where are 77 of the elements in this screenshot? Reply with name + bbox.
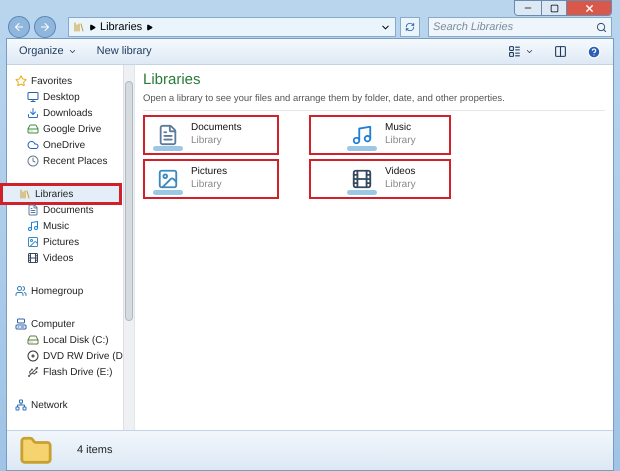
sidebar-item[interactable]: OneDrive [0, 137, 123, 153]
sidebar-item[interactable]: Videos [0, 250, 123, 266]
star-icon [15, 75, 27, 87]
toolbar-button[interactable]: Organize [19, 43, 77, 60]
maximize-icon [550, 4, 558, 12]
library-type: Library [191, 134, 223, 148]
library-name: Videos [385, 166, 416, 179]
address-field[interactable]: Libraries [68, 17, 396, 37]
sidebar-item[interactable]: Google Drive [0, 121, 123, 137]
library-tile[interactable]: Videos Library [309, 158, 451, 199]
forward-button[interactable] [34, 16, 56, 38]
sidebar-item[interactable]: Libraries [3, 186, 119, 202]
library-tile[interactable]: Pictures Library [143, 158, 279, 199]
film-icon [27, 252, 39, 264]
drive-icon [27, 123, 39, 135]
search-icon[interactable] [596, 22, 607, 32]
music-note-icon [27, 220, 39, 232]
library-tile[interactable]: Music Library [309, 114, 451, 155]
back-button[interactable] [8, 16, 30, 38]
preview-pane-button[interactable] [554, 45, 567, 58]
pane-icon [554, 45, 567, 58]
help-icon [587, 44, 601, 58]
arrow-icon [89, 24, 96, 30]
content-description: Open a library to see your files and arrange them by folder, date, and other properties. [143, 92, 506, 106]
arrow-icon [146, 24, 154, 30]
sidebar-item[interactable]: Downloads [0, 105, 123, 121]
library-name: Documents [191, 122, 242, 135]
library-icon [73, 21, 85, 33]
sidebar-item[interactable]: Flash Drive (E:) [0, 364, 123, 380]
caret-icon [525, 47, 534, 56]
library-name: Pictures [191, 166, 228, 179]
monitor-icon [27, 91, 39, 103]
download-icon [27, 107, 39, 119]
breadcrumb[interactable]: Libraries [100, 18, 142, 36]
library-tile[interactable]: Documents Library [143, 114, 279, 155]
caret-icon [68, 47, 77, 56]
sidebar-item[interactable]: Recent Places [0, 153, 123, 169]
close-button[interactable] [567, 1, 611, 15]
cloud-icon [27, 139, 39, 151]
sidebar-item[interactable]: DVD RW Drive (D [0, 348, 123, 364]
maximize-button[interactable] [541, 1, 567, 15]
library-icon [19, 188, 31, 200]
sidebar-item[interactable]: Documents [0, 202, 123, 218]
back-arrow-icon [13, 21, 25, 33]
status-text: 4 items [77, 443, 112, 458]
sidebar-item[interactable]: Favorites [0, 73, 123, 89]
library-name: Music [385, 122, 412, 135]
sidebar-item[interactable]: Computer [0, 316, 123, 332]
sidebar-item[interactable]: Homegroup [0, 283, 123, 299]
sidebar-item[interactable]: Local Disk (C:) [0, 332, 123, 348]
forward-arrow-icon [39, 21, 51, 33]
computer-icon [15, 318, 27, 330]
library-type: Library [385, 134, 416, 148]
sidebar-item[interactable]: Desktop [0, 89, 123, 105]
sidebar-item[interactable]: Music [0, 218, 123, 234]
clock-icon [27, 155, 39, 167]
toolbar-button[interactable]: New library [96, 43, 152, 60]
sidebar-item[interactable]: Pictures [0, 234, 123, 250]
search-input[interactable]: Search Libraries [433, 18, 596, 36]
content-title: Libraries [143, 70, 202, 90]
search-field[interactable]: Search Libraries [428, 17, 612, 37]
disc-icon [27, 350, 39, 362]
people-icon [15, 285, 27, 297]
usb-drive-icon [27, 366, 39, 378]
view-list-icon [508, 45, 521, 58]
scrollbar[interactable] [122, 65, 134, 430]
document-icon [27, 204, 39, 216]
library-type: Library [191, 178, 223, 192]
sidebar-item[interactable]: Network [0, 397, 123, 413]
refresh-icon [405, 22, 415, 32]
close-icon [584, 2, 594, 14]
network-icon [15, 399, 27, 411]
picture-icon [27, 236, 39, 248]
refresh-button[interactable] [400, 17, 420, 37]
library-type: Library [385, 178, 416, 192]
help-button[interactable] [587, 44, 601, 58]
view-options-button[interactable] [508, 45, 534, 58]
